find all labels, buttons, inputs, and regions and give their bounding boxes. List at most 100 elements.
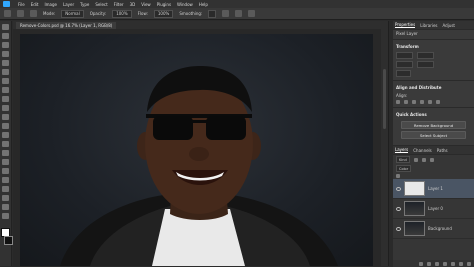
width-field[interactable] <box>396 52 414 59</box>
gradient-tool-icon[interactable] <box>2 132 9 138</box>
align-bottom-icon[interactable] <box>436 100 440 104</box>
stamp-tool-icon[interactable] <box>2 105 9 111</box>
blur-tool-icon[interactable] <box>2 141 9 147</box>
remove-background-button[interactable]: Remove Background <box>401 121 466 129</box>
height-field[interactable] <box>417 52 435 59</box>
select-subject-button[interactable]: Select Subject <box>401 131 466 139</box>
type-tool-icon[interactable] <box>2 168 9 174</box>
angle-field[interactable] <box>396 70 411 77</box>
eyedropper-tool-icon[interactable] <box>2 78 9 84</box>
frame-tool-icon[interactable] <box>2 69 9 75</box>
marquee-tool-icon[interactable] <box>2 33 9 39</box>
link-layers-icon[interactable] <box>419 261 423 266</box>
y-field[interactable] <box>417 61 435 68</box>
mode-select[interactable]: Normal <box>61 9 84 18</box>
align-left-icon[interactable] <box>396 100 400 104</box>
lasso-tool-icon[interactable] <box>2 42 9 48</box>
smoothing-field[interactable] <box>208 9 217 18</box>
pen-tool-icon[interactable] <box>2 159 9 165</box>
blend-row: Color <box>393 164 474 173</box>
align-middle-icon[interactable] <box>428 100 432 104</box>
dodge-tool-icon[interactable] <box>2 150 9 156</box>
layer-thumbnail <box>404 201 425 216</box>
layers-tabs: Layers Channels Paths <box>393 146 474 155</box>
adjustment-layer-icon[interactable] <box>443 261 447 266</box>
menu-edit[interactable]: Edit <box>31 2 39 7</box>
align-right-icon[interactable] <box>412 100 416 104</box>
filter-type-icon[interactable] <box>429 157 434 162</box>
quick-actions-title[interactable]: Quick Actions <box>393 110 474 119</box>
transform-angle-row <box>393 69 474 78</box>
hand-tool-icon[interactable] <box>2 195 9 201</box>
filter-adjust-icon[interactable] <box>421 157 426 162</box>
lock-icon[interactable] <box>396 174 400 178</box>
menu-filter[interactable]: Filter <box>114 2 124 7</box>
angle-icon[interactable] <box>235 10 243 17</box>
healing-tool-icon[interactable] <box>2 87 9 93</box>
menu-file[interactable]: File <box>18 2 25 7</box>
symmetry-icon[interactable] <box>248 10 256 17</box>
layer-row[interactable]: Layer 0 <box>393 199 474 219</box>
menu-layer[interactable]: Layer <box>63 2 74 7</box>
menu-view[interactable]: View <box>141 2 151 7</box>
opacity-field[interactable]: 100% <box>112 9 132 18</box>
photoshop-logo-icon[interactable] <box>3 1 10 7</box>
mode-label: Mode: <box>43 11 56 16</box>
more-tools-icon[interactable] <box>2 213 9 219</box>
align-center-icon[interactable] <box>404 100 408 104</box>
menu-type[interactable]: Type <box>80 2 89 7</box>
crop-tool-icon[interactable] <box>2 60 9 66</box>
brush-tool-icon[interactable] <box>2 96 9 102</box>
menu-window[interactable]: Window <box>177 2 193 7</box>
history-brush-tool-icon[interactable] <box>2 114 9 120</box>
tab-layers[interactable]: Layers <box>395 147 409 153</box>
divider <box>393 107 474 108</box>
settings-gear-icon[interactable] <box>222 10 230 17</box>
group-folder-icon[interactable] <box>451 261 455 266</box>
brush-tool-icon[interactable] <box>17 10 24 17</box>
blend-mode-select[interactable]: Color <box>396 165 412 172</box>
new-layer-icon[interactable] <box>459 261 463 266</box>
layer-kind-filter[interactable]: Kind <box>396 156 410 163</box>
path-select-tool-icon[interactable] <box>2 177 9 183</box>
x-field[interactable] <box>396 61 414 68</box>
visibility-eye-icon[interactable] <box>396 186 401 191</box>
document-tab[interactable]: Remove-Colors.psd @ 16.7% (Layer 1, RGB/… <box>16 21 117 29</box>
canvas-area[interactable] <box>13 29 381 266</box>
fx-icon[interactable] <box>427 261 431 266</box>
eraser-tool-icon[interactable] <box>2 123 9 129</box>
tab-properties[interactable]: Properties <box>395 22 416 28</box>
mask-icon[interactable] <box>435 261 439 266</box>
flow-field[interactable]: 100% <box>153 9 174 18</box>
layer-name: Background <box>428 226 452 231</box>
trash-icon[interactable] <box>467 261 471 266</box>
canvas-scrollbar[interactable] <box>381 29 388 266</box>
tab-adjustments[interactable]: Adjust <box>443 23 456 28</box>
shape-tool-icon[interactable] <box>2 186 9 192</box>
menu-image[interactable]: Image <box>44 2 57 7</box>
tab-paths[interactable]: Paths <box>437 148 448 153</box>
visibility-eye-icon[interactable] <box>396 226 401 231</box>
quick-select-tool-icon[interactable] <box>2 51 9 57</box>
tab-libraries[interactable]: Libraries <box>420 23 437 28</box>
home-icon[interactable] <box>4 10 11 17</box>
filter-pixel-icon[interactable] <box>413 157 418 162</box>
align-title[interactable]: Align and Distribute <box>393 83 474 92</box>
menu-3d[interactable]: 3D <box>130 2 136 7</box>
menu-help[interactable]: Help <box>199 2 208 7</box>
transform-title[interactable]: Transform <box>393 42 474 51</box>
brush-preset-icon[interactable] <box>30 10 37 17</box>
scrollbar-thumb[interactable] <box>383 69 386 129</box>
transform-size-row <box>393 51 474 60</box>
zoom-tool-icon[interactable] <box>2 204 9 210</box>
layer-row[interactable]: Background <box>393 219 474 239</box>
menu-select[interactable]: Select <box>95 2 107 7</box>
tab-channels[interactable]: Channels <box>413 148 432 153</box>
align-top-icon[interactable] <box>420 100 424 104</box>
visibility-eye-icon[interactable] <box>396 206 401 211</box>
move-tool-icon[interactable] <box>2 24 9 30</box>
menu-plugins[interactable]: Plugins <box>157 2 171 7</box>
background-color-swatch[interactable] <box>4 236 13 245</box>
layer-row[interactable]: Layer 1 <box>393 179 474 199</box>
properties-tabs: Properties Libraries Adjust <box>393 21 474 30</box>
